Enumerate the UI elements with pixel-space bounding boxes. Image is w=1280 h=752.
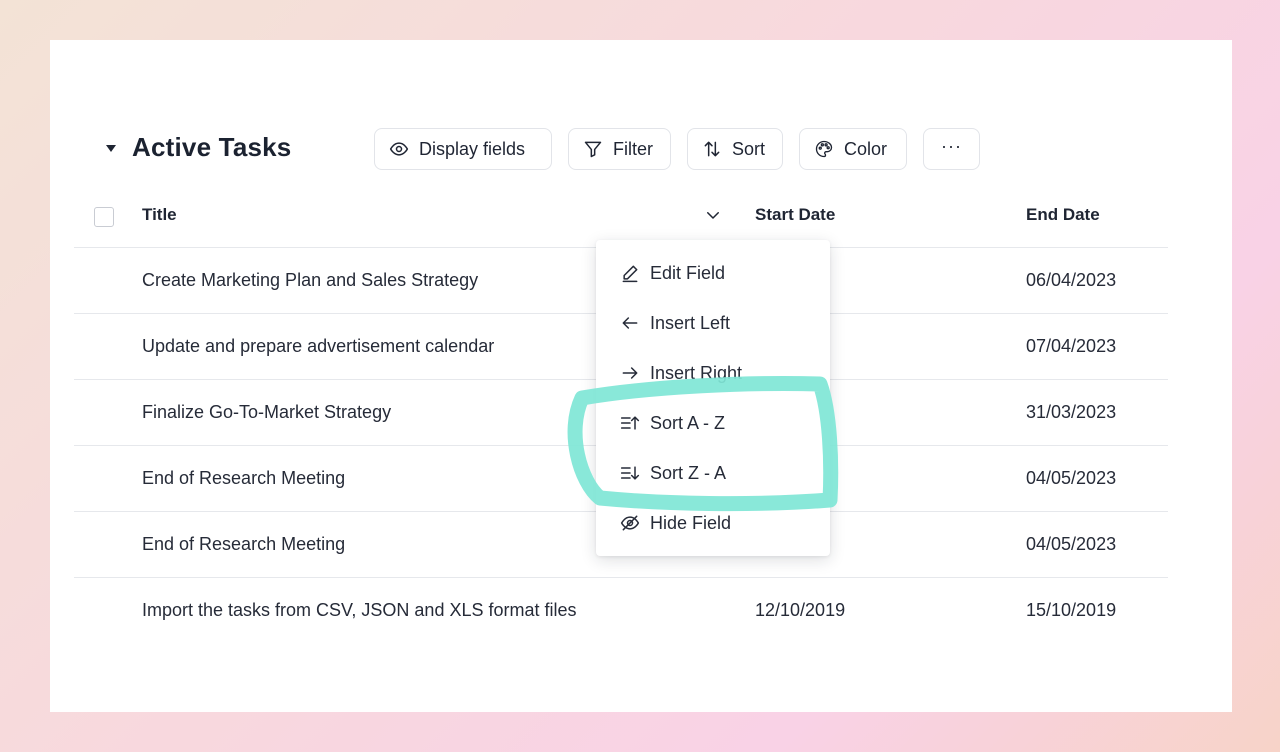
display-fields-button[interactable]: Display fields — [374, 128, 552, 170]
menu-item-sort-z-a[interactable]: Sort Z - A — [596, 448, 830, 498]
cell-end-date: 07/04/2023 — [1026, 336, 1117, 356]
arrow-right-icon — [622, 367, 638, 379]
cell-end-date: 31/03/2023 — [1026, 402, 1117, 422]
cell-title: Finalize Go-To-Market Strategy — [142, 402, 392, 422]
chevron-down-icon[interactable] — [704, 206, 722, 224]
menu-item-label: Insert Left — [650, 312, 731, 333]
cell-title: Import the tasks from CSV, JSON and XLS … — [142, 600, 577, 620]
filter-button[interactable]: Filter — [568, 128, 671, 170]
palette-icon — [815, 140, 833, 158]
more-dots-icon: ··· — [941, 135, 962, 156]
color-label: Color — [844, 138, 888, 159]
sort-ascending-icon — [620, 416, 640, 430]
sort-descending-icon — [620, 466, 640, 480]
group-header: Active Tasks Display fields Filter Sort — [50, 128, 1232, 170]
menu-item-insert-right[interactable]: Insert Right — [596, 348, 830, 398]
collapse-caret-icon[interactable] — [106, 145, 116, 152]
menu-item-sort-a-z[interactable]: Sort A - Z — [596, 398, 830, 448]
column-header-start-date[interactable]: Start Date — [755, 205, 835, 225]
menu-item-label: Hide Field — [650, 512, 732, 533]
cell-title: Update and prepare advertisement calenda… — [142, 336, 495, 356]
arrow-left-icon — [622, 317, 638, 329]
column-header-end-date[interactable]: End Date — [1026, 205, 1100, 225]
select-all-checkbox[interactable] — [94, 207, 114, 227]
cell-title: End of Research Meeting — [142, 468, 346, 488]
filter-icon — [584, 141, 602, 158]
sort-button[interactable]: Sort — [687, 128, 783, 170]
table-row[interactable]: Import the tasks from CSV, JSON and XLS … — [74, 578, 1168, 644]
cell-end-date: 06/04/2023 — [1026, 270, 1117, 290]
sort-arrows-icon — [704, 141, 720, 157]
menu-item-hide-field[interactable]: Hide Field — [596, 498, 830, 548]
display-fields-label: Display fields — [419, 138, 526, 159]
cell-start-date: 12/10/2019 — [755, 600, 846, 620]
pencil-icon — [622, 265, 638, 283]
cell-end-date: 15/10/2019 — [1026, 600, 1117, 620]
menu-item-edit-field[interactable]: Edit Field — [596, 248, 830, 298]
cell-title: Create Marketing Plan and Sales Strategy — [142, 270, 479, 290]
group-title: Active Tasks — [132, 132, 292, 162]
eye-off-icon — [620, 515, 640, 531]
color-button[interactable]: Color — [799, 128, 907, 170]
column-context-menu: Edit Field Insert Left Insert Right Sort… — [596, 240, 830, 556]
menu-item-label: Edit Field — [650, 262, 726, 283]
eye-icon — [389, 142, 409, 156]
sort-label: Sort — [732, 138, 766, 159]
menu-item-label: Sort Z - A — [650, 462, 727, 483]
cell-title: End of Research Meeting — [142, 534, 346, 554]
menu-item-insert-left[interactable]: Insert Left — [596, 298, 830, 348]
menu-item-label: Insert Right — [650, 362, 743, 383]
cell-end-date: 04/05/2023 — [1026, 534, 1117, 554]
more-options-button[interactable]: ··· — [923, 128, 980, 170]
filter-label: Filter — [613, 138, 653, 159]
menu-item-label: Sort A - Z — [650, 412, 726, 433]
cell-end-date: 04/05/2023 — [1026, 468, 1117, 488]
column-header-title[interactable]: Title — [142, 205, 177, 225]
